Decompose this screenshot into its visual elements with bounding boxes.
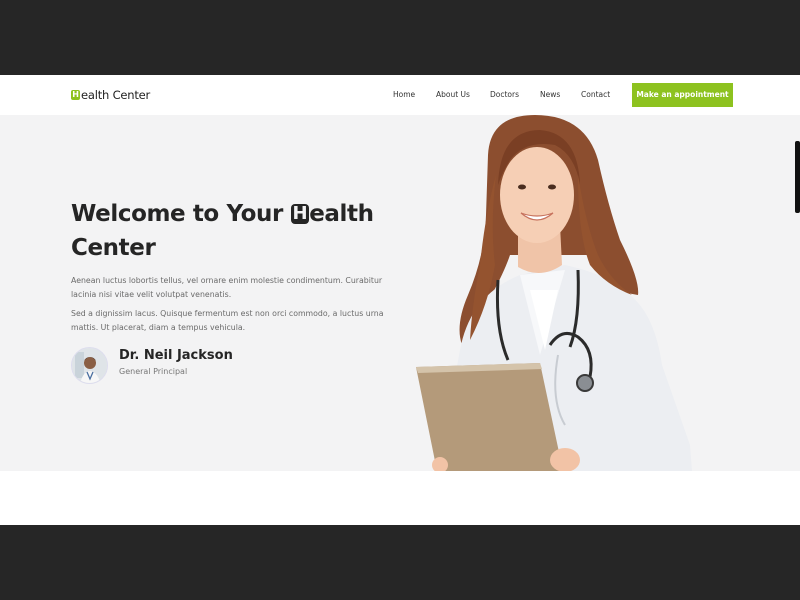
logo-text: ealth Center xyxy=(81,88,151,102)
nav-doctors[interactable]: Doctors xyxy=(490,90,519,99)
hero-section: Welcome to Your Health Center Aenean luc… xyxy=(0,115,800,471)
hero-paragraph-2: Sed a dignissim lacus. Quisque fermentum… xyxy=(71,309,384,332)
make-appointment-button[interactable]: Make an appointment xyxy=(632,83,733,107)
h-badge-icon: H xyxy=(71,90,80,100)
nav-contact[interactable]: Contact xyxy=(581,90,610,99)
hero-paragraph-1: Aenean luctus lobortis tellus, vel ornar… xyxy=(71,276,383,299)
page-scrollbar[interactable] xyxy=(795,141,800,213)
nav-home[interactable]: Home xyxy=(393,90,415,99)
top-navbar: H ealth Center Home About Us Doctors New… xyxy=(0,75,800,115)
nav-about-us[interactable]: About Us xyxy=(436,90,470,99)
hero-title: Welcome to Your Health Center xyxy=(71,197,391,265)
doctor-role: General Principal xyxy=(119,367,188,376)
nav-news[interactable]: News xyxy=(540,90,560,99)
doctor-name: Dr. Neil Jackson xyxy=(119,348,233,363)
doctor-with-tablet-image xyxy=(416,115,692,471)
site-logo[interactable]: H ealth Center xyxy=(71,88,150,102)
content-below-hero xyxy=(0,471,800,525)
title-part-1: Welcome to Your xyxy=(71,201,291,227)
web-page: H ealth Center Home About Us Doctors New… xyxy=(0,75,800,525)
doctor-avatar-image xyxy=(71,347,108,384)
title-h-badge: H xyxy=(290,203,310,224)
